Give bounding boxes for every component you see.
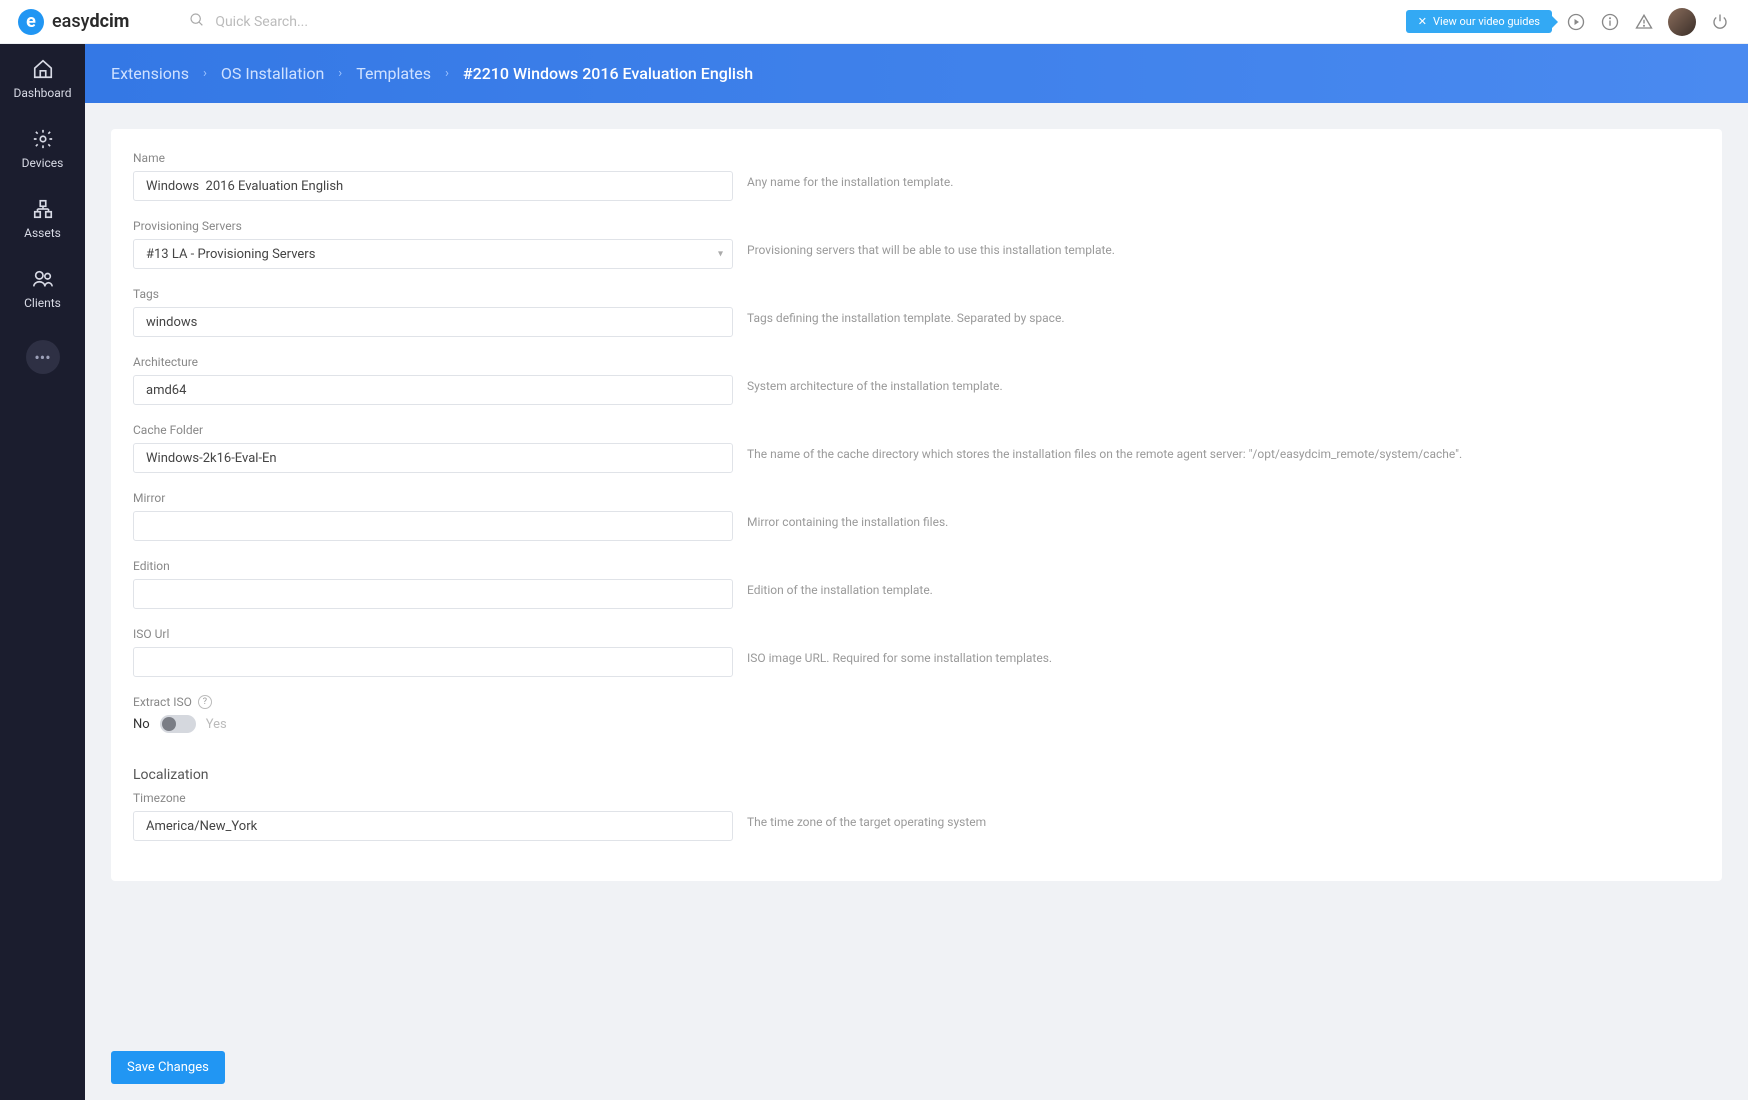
cache-input[interactable] — [133, 443, 733, 473]
chevron-right-icon: › — [203, 66, 207, 81]
avatar[interactable] — [1668, 8, 1696, 36]
tags-input[interactable] — [133, 307, 733, 337]
iso-label: ISO Url — [133, 627, 733, 641]
play-icon[interactable] — [1566, 12, 1586, 32]
sidebar: Dashboard Devices Assets Clients ••• — [0, 0, 85, 1100]
sidebar-item-devices[interactable]: Devices — [0, 114, 85, 184]
breadcrumb-link[interactable]: Templates — [356, 64, 431, 83]
close-icon: ✕ — [1418, 15, 1427, 28]
provisioning-select[interactable] — [133, 239, 733, 269]
topbar-right: ✕ View our video guides — [1406, 8, 1730, 36]
edition-input[interactable] — [133, 579, 733, 609]
search-icon — [189, 12, 205, 32]
toggle-no-label: No — [133, 717, 150, 732]
gear-icon — [32, 128, 54, 150]
footer: Save Changes — [85, 1035, 1748, 1100]
topbar: e easydcim ✕ View our video guides — [0, 0, 1748, 44]
sidebar-item-label: Assets — [24, 226, 61, 240]
mirror-help: Mirror containing the installation files… — [733, 491, 1700, 529]
tags-label: Tags — [133, 287, 733, 301]
content: Name Any name for the installation templ… — [85, 103, 1748, 1035]
name-input[interactable] — [133, 171, 733, 201]
cache-label: Cache Folder — [133, 423, 733, 437]
extract-label: Extract ISO ? — [133, 695, 733, 709]
arch-help: System architecture of the installation … — [733, 355, 1700, 393]
power-icon[interactable] — [1710, 12, 1730, 32]
search-wrap — [189, 12, 415, 32]
localization-title: Localization — [111, 767, 1722, 783]
sidebar-item-dashboard[interactable]: Dashboard — [0, 44, 85, 114]
form-panel: Name Any name for the installation templ… — [111, 129, 1722, 881]
extract-toggle[interactable] — [160, 715, 196, 733]
sidebar-item-clients[interactable]: Clients — [0, 254, 85, 324]
toggle-yes-label: Yes — [206, 717, 227, 732]
chevron-right-icon: › — [445, 66, 449, 81]
breadcrumb-current: #2210 Windows 2016 Evaluation English — [463, 64, 753, 83]
tags-help: Tags defining the installation template.… — [733, 287, 1700, 325]
cache-help: The name of the cache directory which st… — [733, 423, 1700, 461]
provisioning-help: Provisioning servers that will be able t… — [733, 219, 1700, 257]
edition-help: Edition of the installation template. — [733, 559, 1700, 597]
logo[interactable]: e easydcim — [18, 9, 129, 35]
main: Extensions › OS Installation › Templates… — [85, 0, 1748, 1100]
edition-label: Edition — [133, 559, 733, 573]
logo-icon: e — [18, 9, 44, 35]
timezone-label: Timezone — [133, 791, 733, 805]
alert-icon[interactable] — [1634, 12, 1654, 32]
arch-input[interactable] — [133, 375, 733, 405]
iso-input[interactable] — [133, 647, 733, 677]
sidebar-item-assets[interactable]: Assets — [0, 184, 85, 254]
search-input[interactable] — [215, 14, 415, 30]
breadcrumb-link[interactable]: OS Installation — [221, 64, 324, 83]
logo-text: easydcim — [52, 11, 129, 32]
breadcrumb-link[interactable]: Extensions — [111, 64, 189, 83]
clients-icon — [32, 268, 54, 290]
more-icon: ••• — [34, 348, 50, 367]
sidebar-item-label: Clients — [24, 296, 61, 310]
arch-label: Architecture — [133, 355, 733, 369]
video-guide-label: View our video guides — [1433, 15, 1540, 28]
mirror-label: Mirror — [133, 491, 733, 505]
breadcrumb: Extensions › OS Installation › Templates… — [85, 44, 1748, 103]
sidebar-item-label: Dashboard — [13, 86, 71, 100]
provisioning-label: Provisioning Servers — [133, 219, 733, 233]
save-button[interactable]: Save Changes — [111, 1051, 225, 1084]
video-guide-button[interactable]: ✕ View our video guides — [1406, 10, 1552, 33]
home-icon — [32, 58, 54, 80]
info-icon[interactable] — [1600, 12, 1620, 32]
assets-icon — [32, 198, 54, 220]
name-help: Any name for the installation template. — [733, 151, 1700, 189]
timezone-help: The time zone of the target operating sy… — [733, 791, 1700, 829]
name-label: Name — [133, 151, 733, 165]
iso-help: ISO image URL. Required for some install… — [733, 627, 1700, 665]
sidebar-more[interactable]: ••• — [26, 340, 60, 374]
mirror-input[interactable] — [133, 511, 733, 541]
timezone-input[interactable] — [133, 811, 733, 841]
sidebar-item-label: Devices — [22, 156, 64, 170]
help-icon[interactable]: ? — [198, 695, 212, 709]
chevron-right-icon: › — [338, 66, 342, 81]
